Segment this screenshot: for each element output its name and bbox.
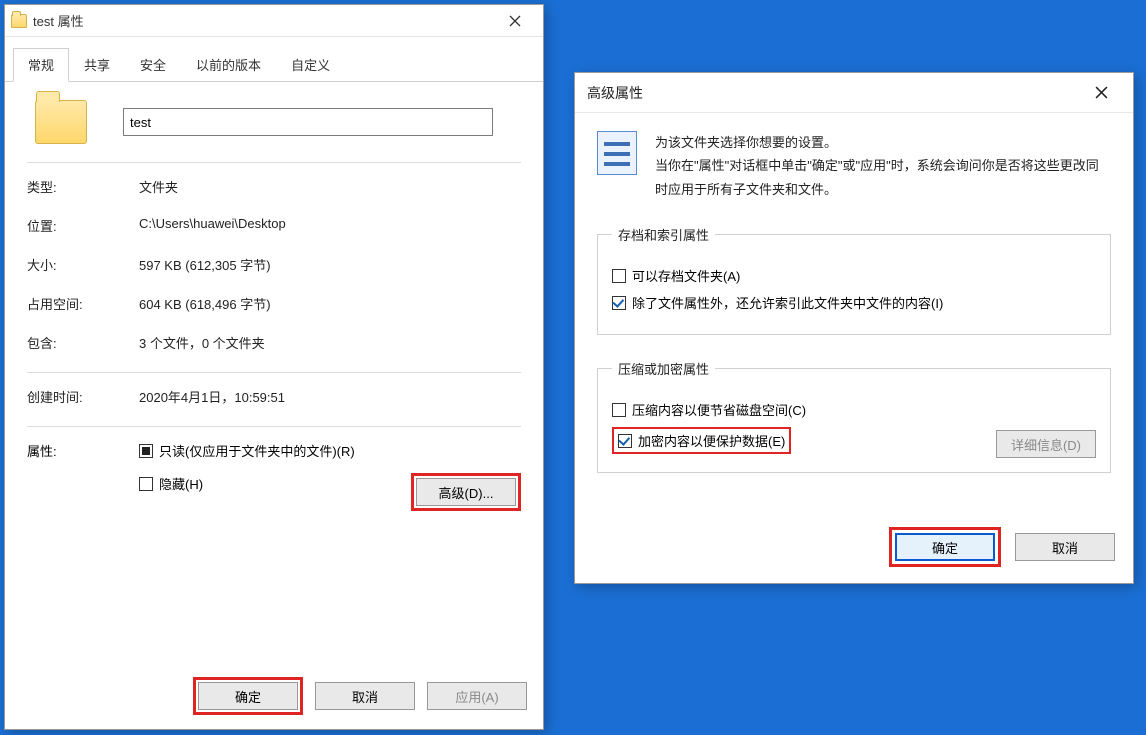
- close-icon[interactable]: [493, 7, 537, 35]
- label-contains: 包含:: [27, 333, 139, 352]
- folder-name-input[interactable]: [123, 108, 493, 136]
- separator: [27, 426, 521, 427]
- archive-checkbox[interactable]: 可以存档文件夹(A): [612, 266, 1096, 285]
- compress-label: 压缩内容以便节省磁盘空间(C): [632, 400, 806, 419]
- properties-body: 类型:文件夹 位置:C:\Users\huawei\Desktop 大小:597…: [5, 82, 543, 521]
- encrypt-checkbox[interactable]: 加密内容以便保护数据(E): [638, 431, 785, 450]
- readonly-label: 只读(仅应用于文件夹中的文件)(R): [159, 441, 355, 460]
- advanced-attributes-dialog: 高级属性 为该文件夹选择你想要的设置。 当你在"属性"对话框中单击"确定"或"应…: [574, 72, 1134, 584]
- properties-footer: 确定 取消 应用(A): [5, 665, 543, 729]
- label-attributes: 属性:: [27, 441, 139, 511]
- compress-encrypt-legend: 压缩或加密属性: [612, 359, 715, 378]
- highlight-box: 高级(D)...: [411, 473, 521, 511]
- folder-large-icon: [35, 100, 87, 144]
- value-size-on-disk: 604 KB (618,496 字节): [139, 294, 271, 313]
- checkbox-icon: [612, 269, 626, 283]
- archive-index-group: 存档和索引属性 可以存档文件夹(A) 除了文件属性外，还允许索引此文件夹中文件的…: [597, 225, 1111, 335]
- checklist-icon: [597, 131, 637, 175]
- label-size-on-disk: 占用空间:: [27, 294, 139, 313]
- cancel-button[interactable]: 取消: [1015, 533, 1115, 561]
- value-contains: 3 个文件，0 个文件夹: [139, 333, 265, 352]
- advanced-footer: 确定 取消: [575, 513, 1133, 583]
- folder-icon: [11, 14, 27, 28]
- label-created: 创建时间:: [27, 387, 139, 406]
- advanced-titlebar[interactable]: 高级属性: [575, 73, 1133, 113]
- readonly-checkbox-row[interactable]: 只读(仅应用于文件夹中的文件)(R): [139, 441, 521, 460]
- index-checkbox[interactable]: 除了文件属性外，还允许索引此文件夹中文件的内容(I): [612, 293, 1096, 312]
- checkbox-icon: [139, 477, 153, 491]
- tristate-icon: [139, 444, 153, 458]
- highlight-box: 确定: [889, 527, 1001, 567]
- compress-encrypt-group: 压缩或加密属性 压缩内容以便节省磁盘空间(C) 加密内容以便保护数据(E) 详细…: [597, 359, 1111, 473]
- cancel-button[interactable]: 取消: [315, 682, 415, 710]
- tab-general[interactable]: 常规: [13, 48, 69, 82]
- tab-previous[interactable]: 以前的版本: [181, 48, 276, 82]
- label-type: 类型:: [27, 177, 139, 196]
- checkbox-checked-icon: [612, 296, 626, 310]
- archive-index-legend: 存档和索引属性: [612, 225, 715, 244]
- ok-button[interactable]: 确定: [198, 682, 298, 710]
- close-icon[interactable]: [1081, 78, 1121, 108]
- value-type: 文件夹: [139, 177, 178, 196]
- tab-security[interactable]: 安全: [125, 48, 181, 82]
- properties-tabs: 常规 共享 安全 以前的版本 自定义: [5, 41, 543, 82]
- checkbox-icon: [612, 403, 626, 417]
- encrypt-label: 加密内容以便保护数据(E): [638, 434, 785, 449]
- highlight-box: 确定: [193, 677, 303, 715]
- index-label: 除了文件属性外，还允许索引此文件夹中文件的内容(I): [632, 293, 943, 312]
- checkbox-checked-icon: [618, 434, 632, 448]
- label-size: 大小:: [27, 255, 139, 274]
- label-location: 位置:: [27, 216, 139, 235]
- separator: [27, 162, 521, 163]
- value-location: C:\Users\huawei\Desktop: [139, 216, 286, 235]
- details-button[interactable]: 详细信息(D): [996, 430, 1096, 458]
- ok-button[interactable]: 确定: [895, 533, 995, 561]
- hidden-label: 隐藏(H): [159, 474, 203, 493]
- tab-custom[interactable]: 自定义: [276, 48, 345, 82]
- apply-button[interactable]: 应用(A): [427, 682, 527, 710]
- advanced-intro-1: 为该文件夹选择你想要的设置。: [655, 131, 1111, 154]
- advanced-body: 为该文件夹选择你想要的设置。 当你在"属性"对话框中单击"确定"或"应用"时，系…: [575, 113, 1133, 483]
- properties-titlebar[interactable]: test 属性: [5, 5, 543, 37]
- advanced-title: 高级属性: [587, 83, 1081, 103]
- archive-label: 可以存档文件夹(A): [632, 266, 740, 285]
- compress-checkbox[interactable]: 压缩内容以便节省磁盘空间(C): [612, 400, 1096, 419]
- separator: [27, 372, 521, 373]
- highlight-box: 加密内容以便保护数据(E): [612, 427, 791, 454]
- advanced-button[interactable]: 高级(D)...: [416, 478, 516, 506]
- value-created: 2020年4月1日，10:59:51: [139, 387, 285, 406]
- window-title: test 属性: [33, 11, 493, 30]
- tab-sharing[interactable]: 共享: [69, 48, 125, 82]
- value-size: 597 KB (612,305 字节): [139, 255, 271, 274]
- properties-dialog: test 属性 常规 共享 安全 以前的版本 自定义 类型:文件夹 位置:C:\…: [4, 4, 544, 730]
- advanced-intro-2: 当你在"属性"对话框中单击"确定"或"应用"时，系统会询问你是否将这些更改同时应…: [655, 154, 1111, 201]
